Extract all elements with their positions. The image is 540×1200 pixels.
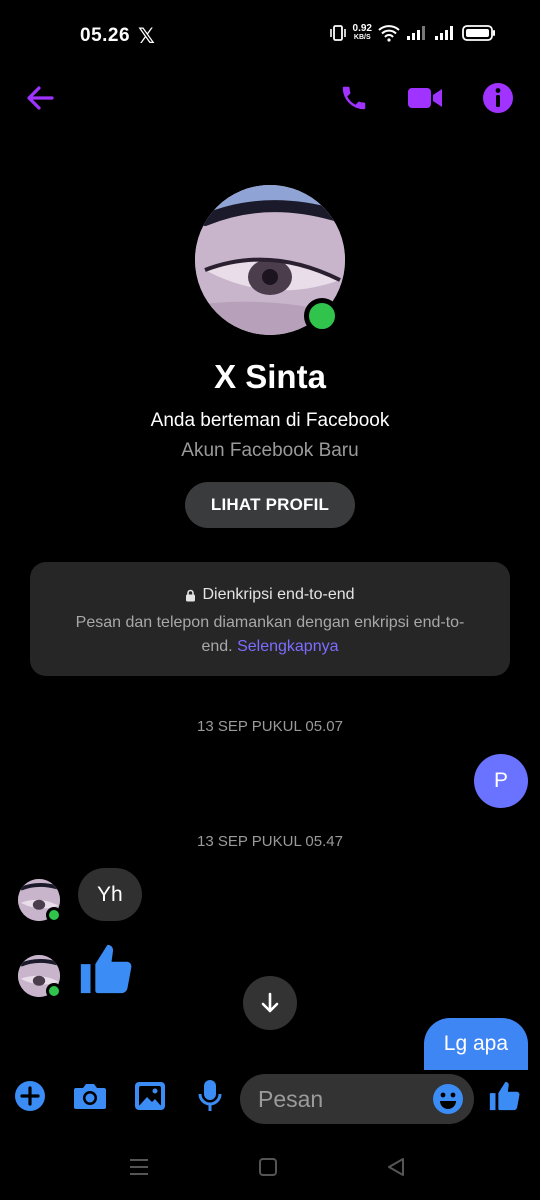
emoji-icon[interactable] <box>432 1083 464 1115</box>
thumbs-up-icon <box>489 1081 520 1111</box>
phone-icon <box>342 86 366 110</box>
encryption-notice: Dienkripsi end-to-end Pesan dan telepon … <box>30 562 510 676</box>
contact-name: X Sinta <box>214 358 326 395</box>
back-arrow-icon <box>27 86 54 110</box>
online-status-dot <box>46 983 62 999</box>
message-input[interactable] <box>258 1074 428 1124</box>
status-bar: 05.26 𝕏 0.92 KB/S <box>0 0 540 70</box>
network-speed: 0.92 KB/S <box>353 24 372 42</box>
incoming-message[interactable]: Yh <box>78 868 142 921</box>
signal-icon-1 <box>407 26 425 40</box>
outgoing-message[interactable]: Lg apa <box>423 1018 528 1070</box>
info-icon <box>483 83 513 113</box>
vibrate-icon <box>329 25 346 41</box>
scroll-to-bottom-button[interactable] <box>243 976 297 1030</box>
more-actions-button[interactable] <box>12 1078 48 1114</box>
image-icon <box>135 1082 165 1110</box>
message-composer <box>0 1070 540 1130</box>
chat-header <box>0 70 540 126</box>
learn-more-link[interactable]: Selengkapnya <box>237 638 338 655</box>
friendship-status: Anda berteman di Facebook <box>150 410 390 431</box>
status-time: 05.26 <box>80 25 131 46</box>
lock-icon <box>186 589 196 601</box>
arrow-down-icon <box>261 992 279 1013</box>
status-indicators: 0.92 KB/S <box>329 24 496 42</box>
x-logo-icon: 𝕏 <box>138 25 155 48</box>
microphone-icon <box>198 1080 222 1111</box>
voice-message-button[interactable] <box>192 1078 228 1114</box>
encryption-title-row: Dienkripsi end-to-end <box>185 586 355 604</box>
camera-button[interactable] <box>72 1078 108 1114</box>
incoming-like-message[interactable] <box>76 940 134 1003</box>
online-status-dot <box>304 298 340 334</box>
online-status-dot <box>46 907 62 923</box>
plus-circle-icon <box>15 1081 45 1111</box>
encryption-title: Dienkripsi end-to-end <box>202 586 355 603</box>
home-icon[interactable] <box>258 1156 278 1178</box>
system-navigation-bar <box>0 1140 540 1200</box>
video-camera-icon <box>408 88 442 108</box>
message-timestamp: 13 SEP PUKUL 05.07 <box>197 718 343 735</box>
recent-apps-icon[interactable] <box>128 1156 150 1178</box>
battery-icon <box>462 25 495 41</box>
video-call-button[interactable] <box>407 80 443 116</box>
message-timestamp: 13 SEP PUKUL 05.47 <box>197 833 343 850</box>
message-input-container <box>240 1074 474 1124</box>
send-like-button[interactable] <box>486 1078 522 1114</box>
back-nav-icon[interactable] <box>386 1156 406 1178</box>
network-speed-value: 0.92 <box>352 23 372 34</box>
back-button[interactable] <box>22 80 58 116</box>
signal-icon-2 <box>435 26 453 40</box>
account-note: Akun Facebook Baru <box>181 440 359 461</box>
encryption-body: Pesan dan telepon diamankan dengan enkri… <box>30 611 510 659</box>
network-speed-unit: KB/S <box>353 34 371 41</box>
view-profile-button[interactable]: LIHAT PROFIL <box>185 482 355 528</box>
thumbs-up-icon <box>80 944 132 994</box>
outgoing-message[interactable]: P <box>474 754 528 808</box>
voice-call-button[interactable] <box>336 80 372 116</box>
conversation-info-button[interactable] <box>480 80 516 116</box>
wifi-icon <box>378 25 400 42</box>
gallery-button[interactable] <box>132 1078 168 1114</box>
camera-icon <box>74 1084 106 1109</box>
